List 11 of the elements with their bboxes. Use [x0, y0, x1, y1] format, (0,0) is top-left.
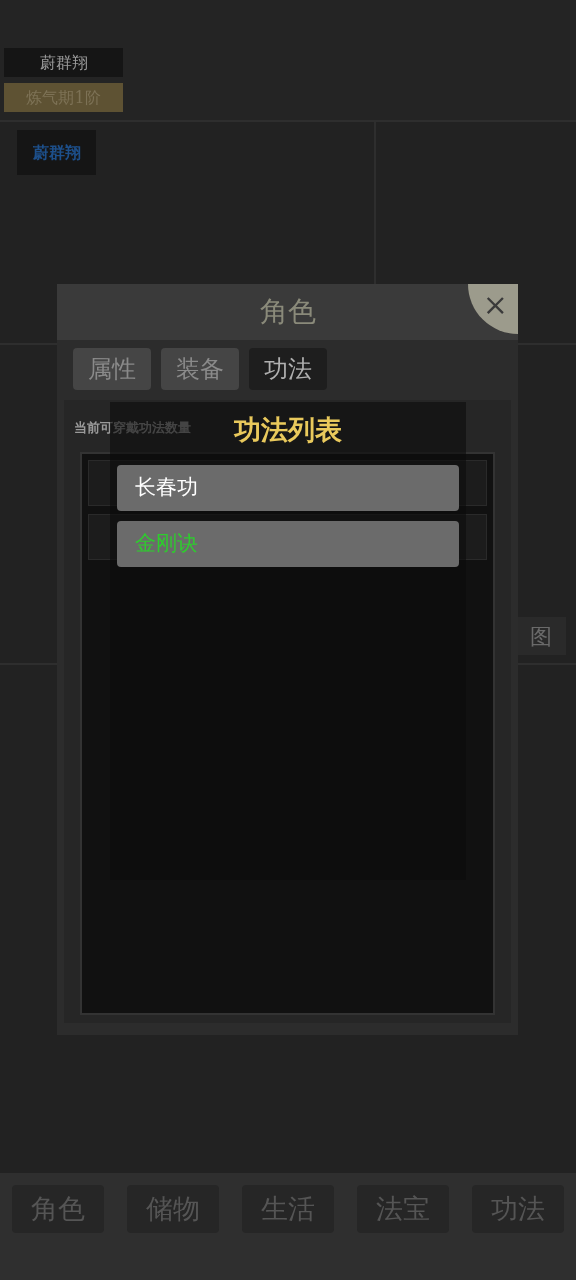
dialog-title: 角色 — [259, 294, 316, 330]
skill-item[interactable]: 长春功 — [117, 465, 459, 511]
player-name: 蔚群翔 — [4, 48, 123, 77]
close-button[interactable]: × — [468, 284, 518, 334]
team-slot[interactable]: 蔚群翔 — [17, 130, 96, 175]
tab[interactable]: 功法 — [249, 348, 327, 390]
tab[interactable]: 属性 — [73, 348, 151, 390]
map-button[interactable]: 图 — [516, 617, 566, 655]
popup-title: 功法列表 — [234, 413, 342, 447]
skill-item[interactable]: 金刚诀 — [117, 521, 459, 567]
tab[interactable]: 装备 — [161, 348, 239, 390]
